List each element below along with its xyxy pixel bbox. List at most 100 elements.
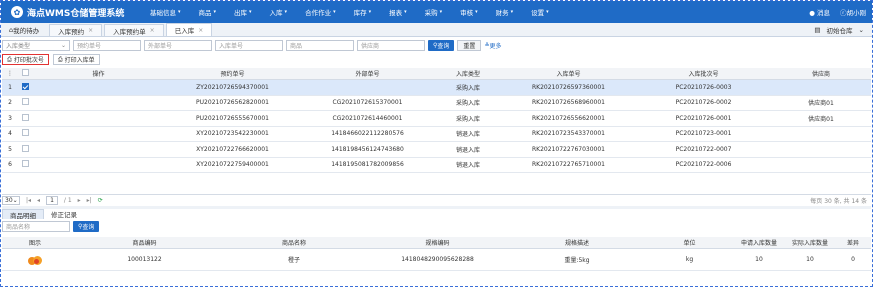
row-checkbox[interactable]	[18, 144, 32, 154]
cell-reservation: XY20210722766620001	[196, 145, 269, 153]
orange-icon	[27, 254, 43, 266]
col-header: 差异	[846, 240, 859, 247]
row-checkbox[interactable]	[18, 129, 32, 138]
tab-inbound-reservation-order[interactable]: 入库预约单 ×	[104, 24, 164, 36]
cell-batch: PC20210722-0006	[675, 161, 732, 169]
cell-actual-qty: 10	[806, 256, 814, 263]
refresh-icon[interactable]: ⟳	[98, 197, 103, 204]
menu-item-basic[interactable]: 基础信息 ▾	[141, 1, 190, 23]
cell-reservation: PU20210726562820001	[196, 99, 269, 107]
cell-reservation: XY20210722759400001	[196, 161, 269, 169]
messages-link[interactable]: ● 消息	[809, 7, 830, 17]
checkbox[interactable]	[21, 69, 29, 76]
table-row[interactable]: 5 XY20210722766620001 141819845612474368…	[2, 142, 871, 158]
menu-item-inbound[interactable]: 入库 ▾	[261, 1, 297, 23]
inbound-grid: ⋮ 操作 预约单号 外部单号 入库类型 入库单号 入库批次号 供应商 1 ZY2…	[2, 68, 871, 173]
reservation-no-input[interactable]: 预约单号	[73, 39, 141, 51]
row-checkbox[interactable]	[18, 98, 32, 107]
menu-item-inventory[interactable]: 库存 ▾	[345, 1, 381, 23]
menu-item-goods[interactable]: 商品 ▾	[190, 1, 226, 23]
last-page-icon[interactable]: ▸|	[87, 197, 92, 204]
checkbox[interactable]	[21, 98, 29, 106]
tab-correction-log[interactable]: 修正记录	[44, 209, 84, 219]
tab-goods-detail[interactable]: 商品明细	[2, 209, 44, 220]
col-header: 操作	[92, 71, 105, 78]
chevron-down-icon: ⌄	[60, 41, 66, 49]
reset-button[interactable]: 重置	[457, 39, 482, 51]
row-checkbox[interactable]	[18, 160, 32, 169]
col-header: 外部单号	[355, 71, 380, 78]
col-header: 商品名称	[281, 240, 306, 247]
cell-applied-qty: 10	[755, 256, 763, 263]
close-icon[interactable]: ×	[88, 27, 93, 34]
cell-reservation: ZY20210726594370001	[196, 83, 269, 91]
tab-received[interactable]: 已入库 ×	[165, 23, 213, 36]
warehouse-icon: ▤	[814, 26, 821, 34]
first-page-icon[interactable]: |◂	[26, 197, 31, 204]
cell-spec-desc: 重量:5kg	[564, 257, 590, 264]
warehouse-selector[interactable]: ▤ 初始仓库 ⌄	[814, 25, 864, 35]
cell-external: 1418198456124743680	[331, 145, 404, 153]
checkbox[interactable]	[21, 129, 29, 137]
table-row[interactable]: 6 XY20210722759400001 141819508178200985…	[2, 158, 871, 173]
col-header: 入库批次号	[688, 71, 719, 78]
table-row[interactable]: 100013122 橙子 1418048290095628288 重量:5kg …	[2, 249, 871, 271]
close-icon[interactable]: ×	[150, 27, 155, 34]
row-checkbox[interactable]	[18, 113, 32, 123]
menu-item-reports[interactable]: 报表 ▾	[380, 1, 416, 23]
inbound-type-select[interactable]: 入库类型 ⌄	[2, 39, 70, 51]
print-batch-button[interactable]: ⎙ 打印批次号	[2, 54, 49, 65]
checkbox[interactable]	[21, 82, 29, 90]
external-no-input[interactable]: 外部单号	[144, 39, 212, 51]
tab-inbound-reservation[interactable]: 入库预约 ×	[49, 24, 103, 36]
row-checkbox[interactable]	[18, 82, 32, 92]
close-icon[interactable]: ×	[198, 27, 203, 34]
menu-item-audit[interactable]: 审核 ▾	[451, 1, 487, 23]
printer-icon: ⎙	[57, 55, 63, 63]
app-logo[interactable]: ✿ 海点WMS仓储管理系统	[1, 6, 141, 19]
goods-input[interactable]: 商品	[286, 39, 354, 51]
column-menu-icon[interactable]: ⋮	[2, 70, 18, 77]
panel-splitter[interactable]	[2, 206, 871, 209]
detail-query-button[interactable]: ⚲ 查询	[73, 221, 100, 232]
more-filters-link[interactable]: ≚ 更多	[484, 41, 501, 50]
menu-item-outbound[interactable]: 出库 ▾	[225, 1, 261, 23]
supplier-input[interactable]: 供应商	[357, 39, 425, 51]
table-row[interactable]: 4 XY20210723542230001 141846602211228057…	[2, 127, 871, 142]
user-menu[interactable]: ⓡ胡小刚	[840, 7, 866, 17]
app-title: 海点WMS仓储管理系统	[27, 8, 125, 19]
cell-inbound: RK20210726568960001	[532, 99, 605, 107]
checkbox[interactable]	[21, 144, 29, 152]
row-number: 3	[8, 114, 12, 122]
menu-item-settings[interactable]: 设置 ▾	[522, 1, 558, 23]
tab-todo[interactable]: ⌂ 我的待办	[1, 24, 47, 36]
checkbox[interactable]	[21, 113, 29, 121]
table-row[interactable]: 3 PU20210726555670001 CG2021072614460001…	[2, 111, 871, 127]
menu-item-cooperation[interactable]: 合作作业 ▾	[296, 1, 345, 23]
cell-external: CG2021072614460001	[332, 114, 403, 122]
inbound-no-input[interactable]: 入库单号	[215, 39, 283, 51]
goods-detail-table: 图示 商品编码 商品名称 规格编码 规格描述 单位 申请入库数量 实际入库数量 …	[2, 237, 871, 271]
table-row[interactable]: 1 ZY20210726594370001 采购入库 RK20210726597…	[2, 80, 871, 96]
prev-page-icon[interactable]: ◂	[37, 197, 40, 204]
detail-search: 商品名称 ⚲ 查询	[2, 221, 100, 232]
next-page-icon[interactable]: ▸	[78, 197, 81, 204]
table-row[interactable]: 2 PU20210726562820001 CG2021072615370001…	[2, 96, 871, 111]
row-number: 1	[8, 83, 12, 91]
select-all-checkbox[interactable]	[18, 69, 32, 78]
print-inbound-button[interactable]: ⎙ 打印入库单	[52, 54, 100, 65]
chevron-down-icon: ⌄	[858, 26, 864, 34]
page-input[interactable]: 1	[46, 195, 58, 205]
goods-name-input[interactable]: 商品名称	[2, 221, 70, 232]
pagination: 30 ⌄ |◂ ◂ 1 / 1 ▸ ▸| ⟳ 每页 30 条, 共 14 条	[2, 194, 871, 205]
page-total: / 1	[63, 196, 72, 204]
menu-item-purchase[interactable]: 采购 ▾	[416, 1, 452, 23]
page-size-select[interactable]: 30 ⌄	[2, 195, 20, 205]
menu-item-finance[interactable]: 财务 ▾	[487, 1, 523, 23]
query-button[interactable]: ⚲ 查询	[428, 39, 455, 51]
cell-diff: 0	[851, 256, 855, 263]
checkbox[interactable]	[21, 160, 29, 168]
col-header: 供应商	[811, 71, 830, 78]
search-bar: 入库类型 ⌄ 预约单号 外部单号 入库单号 商品 供应商 ⚲ 查询 重置 ≚ 更多	[2, 39, 501, 51]
cell-unit: kg	[685, 256, 694, 263]
